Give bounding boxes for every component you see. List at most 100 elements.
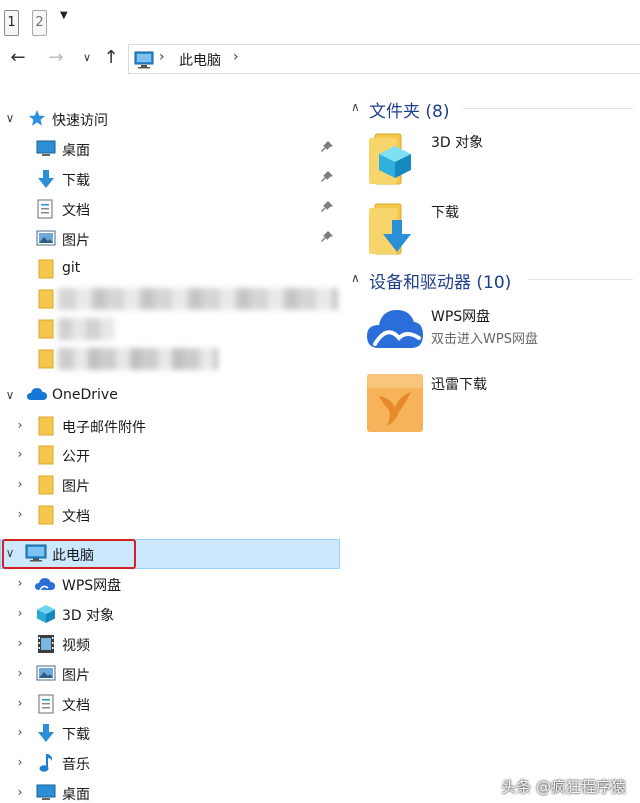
- nav-onedrive[interactable]: ∨ OneDrive: [0, 381, 340, 411]
- highlight-box: [2, 539, 136, 569]
- download-arrow-icon: [36, 169, 56, 193]
- nav-label: 文档: [62, 509, 90, 525]
- group-header-devices[interactable]: ∧ 设备和驱动器 (10): [345, 267, 640, 293]
- nav-label: 图片: [62, 479, 90, 495]
- folder-icon: [38, 475, 54, 499]
- content-pane: ∧ 文件夹 (8) 3D 对象 下载 ∧ 设备和驱动器 (10) WPS网盘 双…: [345, 96, 640, 803]
- pin-icon[interactable]: [320, 200, 334, 218]
- group-header-folders[interactable]: ∧ 文件夹 (8): [345, 96, 640, 122]
- chevron-down-icon[interactable]: ∨: [4, 111, 16, 125]
- pin-icon[interactable]: [320, 230, 334, 248]
- 3d-objects-folder-icon: [365, 130, 421, 192]
- video-film-icon: [37, 634, 55, 658]
- folder-tile-downloads[interactable]: 下载: [365, 200, 635, 262]
- nav-label: 电子邮件附件: [62, 420, 146, 436]
- nav-item-redacted[interactable]: [0, 284, 340, 314]
- nav-label: OneDrive: [52, 387, 118, 403]
- this-pc-icon: [134, 51, 154, 73]
- chevron-right-icon[interactable]: ›: [14, 418, 26, 432]
- nav-item-pc-downloads[interactable]: › 下载: [0, 718, 340, 748]
- nav-item-onedrive-documents[interactable]: › 文档: [0, 500, 340, 530]
- nav-label: 图片: [62, 233, 90, 249]
- pin-icon[interactable]: [320, 140, 334, 158]
- device-tile-wps-drive[interactable]: WPS网盘 双击进入WPS网盘: [365, 304, 635, 366]
- address-bar[interactable]: › 此电脑 ›: [128, 44, 640, 74]
- chevron-right-icon[interactable]: ›: [14, 447, 26, 461]
- downloads-folder-icon: [365, 200, 421, 262]
- customize-toolbar-dropdown[interactable]: ▼: [60, 10, 68, 21]
- nav-item-videos[interactable]: › 视频: [0, 629, 340, 659]
- nav-item-onedrive-pictures[interactable]: › 图片: [0, 470, 340, 500]
- pictures-icon: [36, 664, 56, 686]
- redacted-label: [58, 348, 218, 370]
- navigation-pane: ∨ 快速访问 桌面 下载 文档 图片 git ∨ OneDrive › 电子邮件…: [0, 96, 345, 803]
- chevron-right-icon[interactable]: ›: [159, 49, 165, 65]
- nav-label: 视频: [62, 638, 90, 654]
- chevron-right-icon[interactable]: ›: [14, 755, 26, 769]
- group-title: 设备和驱动器 (10): [369, 273, 512, 293]
- nav-item-redacted[interactable]: [0, 314, 340, 344]
- nav-label: 快速访问: [52, 113, 108, 129]
- download-arrow-icon: [36, 723, 56, 747]
- chevron-right-icon[interactable]: ›: [14, 576, 26, 590]
- nav-item-desktop[interactable]: 桌面: [0, 134, 340, 164]
- recent-locations-button[interactable]: ∨: [75, 46, 99, 70]
- tile-name: 迅雷下载: [431, 377, 487, 393]
- nav-label: git: [62, 260, 81, 276]
- forward-button[interactable]: →: [44, 46, 68, 70]
- keytip-2: 2: [32, 10, 47, 36]
- address-location[interactable]: 此电脑: [179, 50, 221, 70]
- pin-icon[interactable]: [320, 170, 334, 188]
- nav-label: WPS网盘: [62, 578, 122, 594]
- tile-name: 下载: [431, 205, 459, 221]
- desktop-icon: [36, 139, 56, 161]
- folder-icon: [38, 349, 54, 373]
- nav-item-documents[interactable]: 文档: [0, 194, 340, 224]
- folder-tile-3d-objects[interactable]: 3D 对象: [365, 130, 635, 192]
- folder-icon: [38, 416, 54, 440]
- nav-item-pc-documents[interactable]: › 文档: [0, 689, 340, 719]
- chevron-up-icon[interactable]: ∧: [351, 100, 360, 114]
- nav-label: 音乐: [62, 757, 90, 773]
- chevron-up-icon[interactable]: ∧: [351, 271, 360, 285]
- nav-item-onedrive-attachments[interactable]: › 电子邮件附件: [0, 411, 340, 441]
- chevron-right-icon[interactable]: ›: [14, 606, 26, 620]
- chevron-down-icon[interactable]: ∨: [4, 388, 16, 402]
- nav-item-pc-desktop[interactable]: › 桌面: [0, 778, 340, 803]
- chevron-right-icon[interactable]: ›: [233, 49, 239, 65]
- chevron-right-icon[interactable]: ›: [14, 725, 26, 739]
- back-button[interactable]: ←: [6, 46, 30, 70]
- chevron-right-icon[interactable]: ›: [14, 636, 26, 650]
- chevron-right-icon[interactable]: ›: [14, 507, 26, 521]
- music-note-icon: [37, 753, 55, 777]
- document-icon: [37, 694, 55, 718]
- nav-item-pc-pictures[interactable]: › 图片: [0, 659, 340, 689]
- keytip-1: 1: [4, 10, 19, 36]
- xunlei-icon: [365, 372, 425, 438]
- chevron-right-icon[interactable]: ›: [14, 785, 26, 799]
- nav-item-redacted[interactable]: [0, 344, 340, 374]
- redacted-label: [58, 318, 114, 340]
- nav-item-pictures[interactable]: 图片: [0, 224, 340, 254]
- tile-name: 3D 对象: [431, 135, 484, 151]
- nav-label: 公开: [62, 449, 90, 465]
- nav-quick-access[interactable]: ∨ 快速访问: [0, 104, 340, 134]
- wps-cloud-icon: [34, 576, 56, 596]
- navigation-bar: ← → ∨ ↑ › 此电脑 ›: [0, 40, 640, 78]
- nav-item-wps-drive[interactable]: › WPS网盘: [0, 569, 340, 599]
- nav-item-onedrive-public[interactable]: › 公开: [0, 440, 340, 470]
- chevron-right-icon[interactable]: ›: [14, 477, 26, 491]
- pictures-icon: [36, 229, 56, 251]
- group-title: 文件夹 (8): [369, 102, 450, 122]
- device-tile-xunlei[interactable]: 迅雷下载: [365, 372, 635, 434]
- nav-item-git[interactable]: git: [0, 254, 340, 284]
- nav-item-music[interactable]: › 音乐: [0, 748, 340, 778]
- chevron-right-icon[interactable]: ›: [14, 696, 26, 710]
- nav-item-3d-objects[interactable]: › 3D 对象: [0, 599, 340, 629]
- nav-label: 文档: [62, 203, 90, 219]
- up-button[interactable]: ↑: [99, 46, 123, 70]
- chevron-right-icon[interactable]: ›: [14, 666, 26, 680]
- onedrive-cloud-icon: [26, 386, 48, 406]
- 3d-objects-icon: [36, 604, 56, 628]
- nav-item-downloads[interactable]: 下载: [0, 164, 340, 194]
